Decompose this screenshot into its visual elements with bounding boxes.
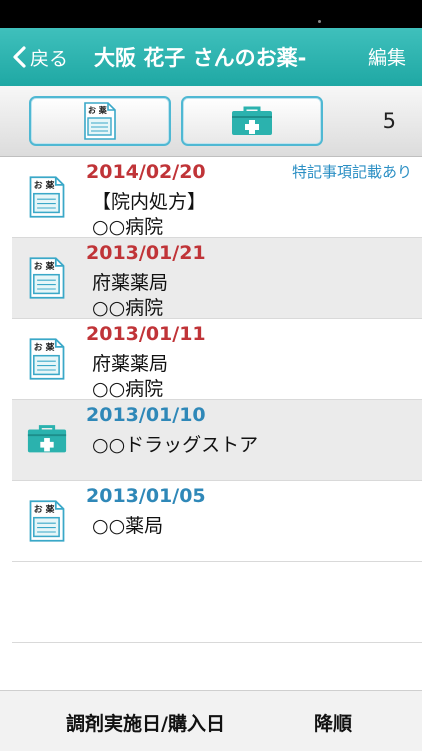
svg-text:お 薬: お 薬 xyxy=(88,105,108,115)
status-indicator xyxy=(318,20,321,23)
sort-order-button[interactable]: 降順 xyxy=(314,709,352,736)
list-item[interactable]: お 薬 2013/01/05 ○○薬局 xyxy=(12,481,422,562)
record-facility: ○○ドラッグストア xyxy=(92,434,259,456)
svg-text:お 薬: お 薬 xyxy=(34,503,55,515)
record-hospital: ○○病院 xyxy=(92,378,164,400)
record-date: 2013/01/21 xyxy=(86,242,206,264)
navigation-bar: 戻る 大阪 花子 さんのお薬- 編集 xyxy=(0,28,422,86)
chevron-left-icon xyxy=(13,46,26,68)
otc-filter-button[interactable] xyxy=(181,96,323,146)
record-hospital: ○○病院 xyxy=(92,297,164,319)
medicine-notebook-icon: お 薬 xyxy=(29,500,65,542)
first-aid-kit-icon xyxy=(27,425,67,453)
status-bar xyxy=(0,0,422,28)
medicine-notebook-icon: お 薬 xyxy=(29,338,65,380)
list-item[interactable]: お 薬 2014/02/20 特記事項記載あり 【院内処方】 ○○病院 xyxy=(12,157,422,238)
record-facility: ○○薬局 xyxy=(92,515,164,537)
svg-text:お 薬: お 薬 xyxy=(34,179,55,191)
record-facility: 【院内処方】 xyxy=(92,191,207,213)
record-facility: 府薬薬局 xyxy=(92,353,169,375)
record-date: 2013/01/10 xyxy=(86,404,206,426)
filter-toolbar: お 薬 5 xyxy=(0,86,422,157)
list-item[interactable]: お 薬 2013/01/21 府薬薬局 ○○病院 xyxy=(12,238,422,319)
page-title: 大阪 花子 さんのお薬- xyxy=(94,46,307,70)
medication-record-list: お 薬 2014/02/20 特記事項記載あり 【院内処方】 ○○病院 お 薬 … xyxy=(0,157,422,643)
svg-text:お 薬: お 薬 xyxy=(34,341,55,353)
list-item[interactable]: 2013/01/10 ○○ドラッグストア xyxy=(12,400,422,481)
first-aid-kit-icon xyxy=(232,106,272,135)
medicine-notebook-icon: お 薬 xyxy=(29,176,65,218)
record-count: 5 xyxy=(382,109,396,133)
record-date: 2013/01/05 xyxy=(86,485,206,507)
record-date: 2014/02/20 xyxy=(86,161,206,183)
record-hospital: ○○病院 xyxy=(92,216,164,238)
empty-row xyxy=(12,562,422,643)
special-note-label: 特記事項記載あり xyxy=(291,163,412,181)
sort-bar: 調剤実施日/購入日 降順 xyxy=(0,690,422,751)
record-date: 2013/01/11 xyxy=(86,323,206,345)
prescription-filter-button[interactable]: お 薬 xyxy=(29,96,171,146)
list-item[interactable]: お 薬 2013/01/11 府薬薬局 ○○病院 xyxy=(12,319,422,400)
back-button[interactable]: 戻る xyxy=(12,38,68,76)
back-button-label: 戻る xyxy=(30,47,69,70)
svg-text:お 薬: お 薬 xyxy=(34,260,55,272)
record-facility: 府薬薬局 xyxy=(92,272,169,294)
medicine-notebook-icon: お 薬 xyxy=(84,102,116,140)
sort-key-button[interactable]: 調剤実施日/購入日 xyxy=(66,709,225,736)
medicine-notebook-icon: お 薬 xyxy=(29,257,65,299)
edit-button[interactable]: 編集 xyxy=(368,43,406,70)
